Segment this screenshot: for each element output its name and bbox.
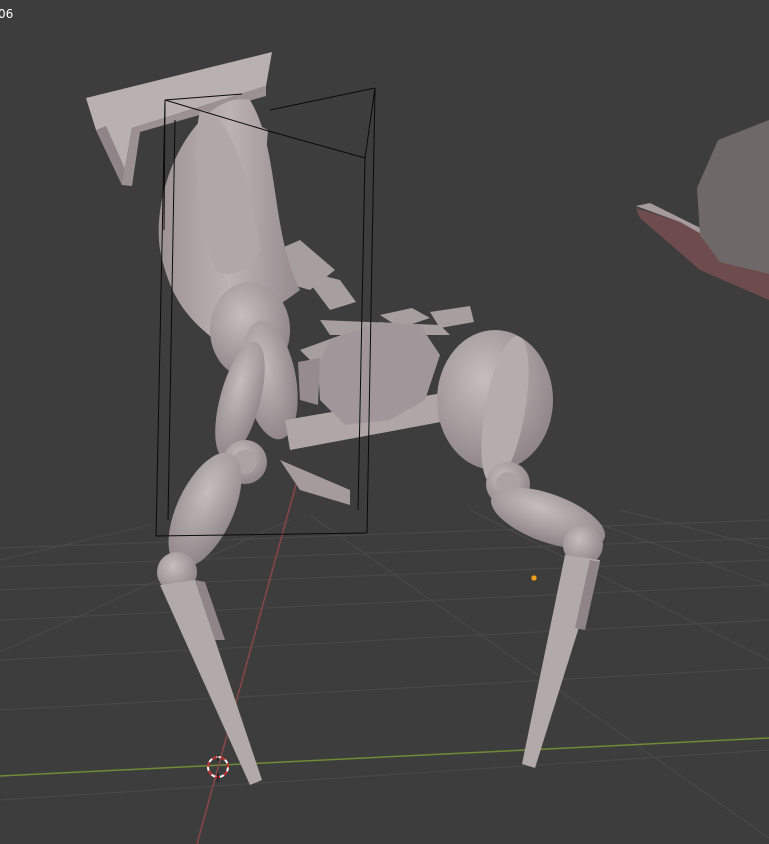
frame-number-text: 06 [0,7,14,21]
robot-legs-mesh[interactable] [153,99,612,785]
floor-grid [0,509,769,839]
3d-viewport[interactable]: 06 [0,0,769,844]
partial-mesh-right[interactable] [636,120,769,300]
object-origin[interactable] [530,574,538,582]
viewport-canvas[interactable] [0,0,769,844]
